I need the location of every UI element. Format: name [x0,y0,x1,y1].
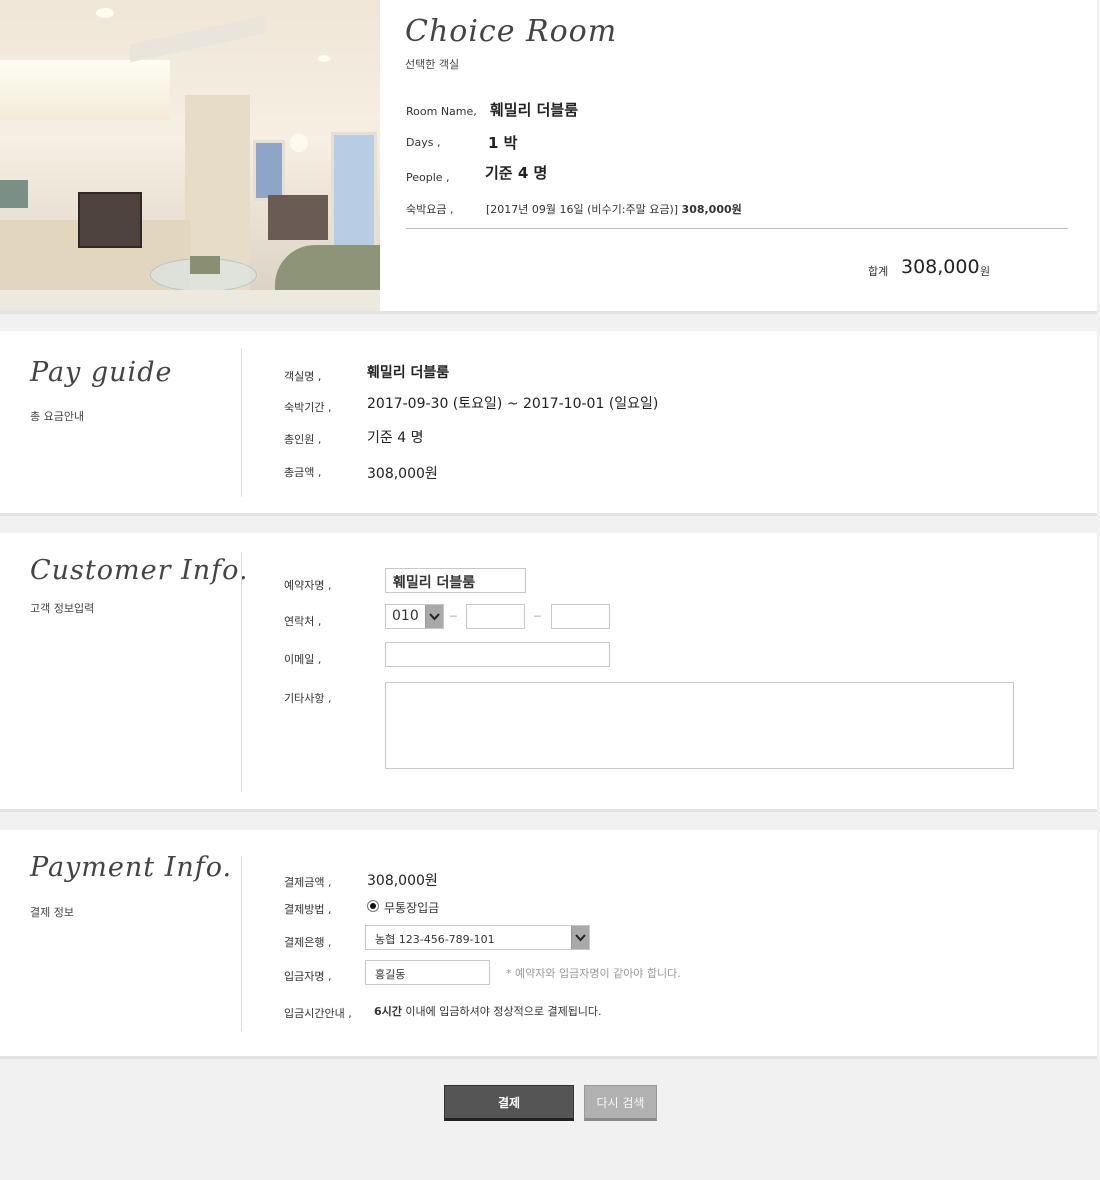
fee-detail: [2017년 09월 16일 (비수기:주말 요금)] 308,000원 [486,201,742,217]
phone-last-input[interactable] [551,604,610,629]
booker-name-label: 예약자명 , [284,579,332,592]
phone-separator: ─ [450,610,457,623]
room-name-row-label: 객실명 , [284,370,322,383]
section-divider [241,552,242,792]
depositor-label: 입금자명 , [284,970,332,983]
room-divider [406,228,1068,229]
fee-amount: 308,000원 [681,203,742,216]
stay-period-value: 2017-09-30 (토요일) ~ 2017-10-01 (일요일) [367,396,659,412]
customer-info-subtitle: 고객 정보입력 [30,602,95,615]
room-name-value: 훼밀리 더블룸 [490,101,579,119]
payment-info-title: Payment Info. [30,852,233,883]
pay-time-label: 입금시간안내 , [284,1007,352,1020]
pay-guide-title: Pay guide [30,357,173,388]
room-title: Choice Room [405,14,618,49]
chevron-down-icon[interactable] [571,926,589,949]
days-label: Days , [406,136,441,149]
email-input[interactable] [385,642,610,667]
pay-method-label: 결제방법 , [284,903,332,916]
pay-method-value[interactable]: 무통장입금 [384,899,439,916]
payment-info-panel: Payment Info. 결제 정보 결제금액 , 308,000원 결제방법… [0,830,1097,1059]
total-value: 308,000 [901,256,980,278]
note-textarea[interactable] [385,682,1014,769]
pay-bank-label: 결제은행 , [284,936,332,949]
radio-selected-icon[interactable] [367,900,379,912]
chevron-down-icon[interactable] [425,605,443,628]
depositor-note: * 예약자와 입금자명이 같아야 합니다. [506,967,681,980]
email-label: 이메일 , [284,653,322,666]
pay-bank-value: 농협 123-456-789-101 [375,933,495,946]
people-value: 기준 4 명 [485,164,548,182]
total-amount-value: 308,000원 [367,466,438,482]
stay-period-label: 숙박기간 , [284,401,332,414]
pay-guide-panel: Pay guide 총 요금안내 객실명 , 훼밀리 더블룸 숙박기간 , 20… [0,331,1097,516]
total-people-label: 총인원 , [284,433,322,446]
payment-info-subtitle: 결제 정보 [30,906,74,919]
customer-info-title: Customer Info. [30,555,249,586]
people-label: People , [406,171,450,184]
total-label: 합계 [868,265,889,278]
pay-time-rest: 이내에 입금하셔야 정상적으로 결제됩니다. [401,1005,602,1018]
fee-label: 숙박요금 , [406,203,454,216]
pay-guide-subtitle: 총 요금안내 [30,410,85,423]
room-photo [0,0,380,311]
pay-amount-value: 308,000원 [367,873,438,889]
room-summary-panel: Choice Room 선택한 객실 Room Name, 훼밀리 더블룸 Da… [0,0,1097,314]
pay-time-strong: 6시간 [374,1005,402,1018]
phone-prefix-select[interactable]: 010 [385,604,444,629]
pay-amount-label: 결제금액 , [284,876,332,889]
research-button[interactable]: 다시 검색 [584,1085,657,1121]
total-people-value: 기준 4 명 [367,430,424,446]
fee-detail-text: [2017년 09월 16일 (비수기:주말 요금)] [486,203,679,216]
note-label: 기타사항 , [284,692,332,705]
room-subtitle: 선택한 객실 [405,58,460,71]
total-amount-label: 총금액 , [284,466,322,479]
pay-time-info: 6시간 이내에 입금하셔야 정상적으로 결제됩니다. [374,1003,602,1019]
phone-label: 연락처 , [284,615,322,628]
days-value: 1 박 [488,134,518,152]
depositor-input[interactable]: 홍길동 [365,960,490,985]
room-name-row-value: 훼밀리 더블룸 [367,365,450,381]
pay-bank-select[interactable]: 농협 123-456-789-101 [365,925,590,950]
phone-separator: ─ [534,610,541,623]
phone-middle-input[interactable] [466,604,525,629]
section-divider [241,348,242,497]
booker-name-input[interactable]: 훼밀리 더블룸 [385,568,526,593]
section-divider [241,856,242,1031]
total-unit: 원 [980,265,991,278]
room-name-label: Room Name, [406,105,477,118]
phone-prefix-value: 010 [392,608,419,624]
pay-button[interactable]: 결제 [444,1085,574,1121]
customer-info-panel: Customer Info. 고객 정보입력 예약자명 , 훼밀리 더블룸 연락… [0,533,1097,812]
